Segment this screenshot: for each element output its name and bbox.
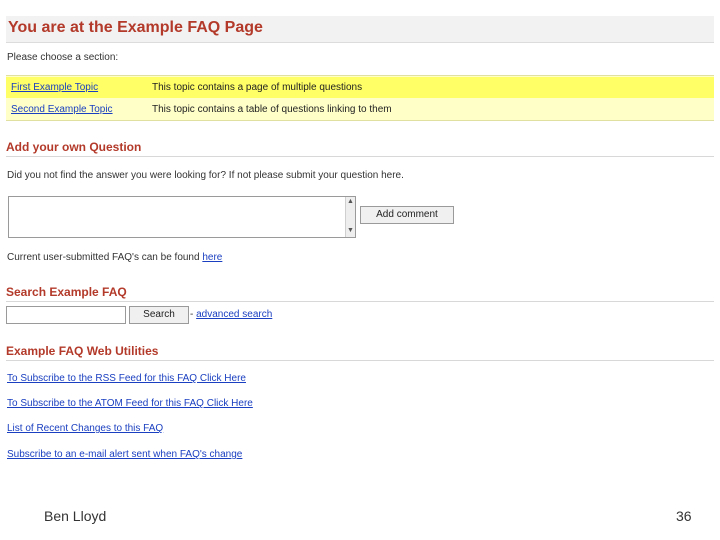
recent-changes-link[interactable]: List of Recent Changes to this FAQ	[7, 423, 163, 434]
add-question-prompt: Did you not find the answer you were loo…	[7, 170, 404, 181]
footer-author: Ben Lloyd	[44, 508, 107, 524]
topic-row: Second Example Topic This topic contains…	[6, 99, 714, 120]
atom-feed-link[interactable]: To Subscribe to the ATOM Feed for this F…	[7, 398, 253, 409]
add-question-heading: Add your own Question	[6, 140, 714, 157]
email-alert-link[interactable]: Subscribe to an e-mail alert sent when F…	[7, 449, 242, 460]
scroll-up-icon[interactable]: ▲	[347, 198, 354, 205]
question-textarea[interactable]: ▲ ▼	[8, 196, 356, 238]
search-heading: Search Example FAQ	[6, 285, 714, 302]
advanced-search-link[interactable]: advanced search	[196, 309, 272, 320]
topic-link-first[interactable]: First Example Topic	[11, 82, 98, 93]
advanced-search-line: - advanced search	[190, 309, 272, 320]
user-faqs-text: Current user-submitted FAQ's can be foun…	[7, 252, 200, 263]
topic-link-second[interactable]: Second Example Topic	[11, 104, 113, 115]
search-separator: -	[190, 309, 194, 320]
section-prompt: Please choose a section:	[7, 52, 119, 63]
search-button[interactable]: Search	[129, 306, 189, 324]
topic-row: First Example Topic This topic contains …	[6, 77, 714, 98]
page-number: 36	[676, 508, 692, 524]
title-bar: You are at the Example FAQ Page	[6, 16, 714, 43]
user-faqs-link[interactable]: here	[202, 252, 222, 263]
add-comment-button[interactable]: Add comment	[360, 206, 454, 224]
textarea-scrollbar[interactable]: ▲ ▼	[345, 197, 355, 237]
utilities-heading: Example FAQ Web Utilities	[6, 344, 714, 361]
topic-description: This topic contains a page of multiple q…	[152, 82, 363, 93]
rss-feed-link[interactable]: To Subscribe to the RSS Feed for this FA…	[7, 373, 246, 384]
faq-page: You are at the Example FAQ Page Please c…	[0, 0, 720, 540]
topics-table: First Example Topic This topic contains …	[6, 75, 714, 121]
user-faqs-line: Current user-submitted FAQ's can be foun…	[7, 252, 222, 263]
search-input[interactable]	[6, 306, 126, 324]
scroll-down-icon[interactable]: ▼	[347, 227, 354, 234]
page-title: You are at the Example FAQ Page	[8, 19, 263, 36]
topic-description: This topic contains a table of questions…	[152, 104, 392, 115]
